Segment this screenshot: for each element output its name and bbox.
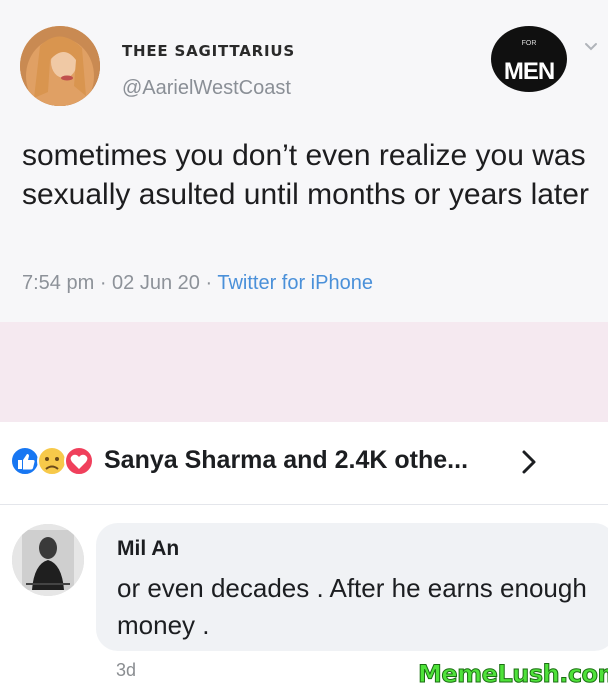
brand-logo: FOR MEN xyxy=(491,26,567,92)
love-icon xyxy=(64,446,94,476)
tweet-time: 7:54 pm xyxy=(22,272,95,294)
reactions-summary[interactable]: Sanya Sharma and 2.4K othe... xyxy=(104,446,468,475)
comment-text: or even decades . After he earns enough … xyxy=(117,573,587,640)
tweet-date: 02 Jun 20 xyxy=(112,272,200,294)
tweet-handle[interactable]: @AarielWestCoast xyxy=(122,77,291,100)
comment-timestamp: 3d xyxy=(116,660,137,680)
chevron-down-icon[interactable] xyxy=(584,40,598,54)
tweet-text: sometimes you don’t even realize you was… xyxy=(22,139,589,211)
tweet-card: THEE SAGITTARIUS @AarielWestCoast FOR ME… xyxy=(0,0,608,322)
meta-separator: · xyxy=(205,272,218,294)
like-icon xyxy=(10,446,40,476)
brand-logo-small-text: FOR xyxy=(521,40,537,47)
screenshot-frame: THEE SAGITTARIUS @AarielWestCoast FOR ME… xyxy=(0,0,608,694)
pink-band xyxy=(0,322,608,422)
tweet-meta: 7:54 pm · 02 Jun 20 · Twitter for iPhone xyxy=(22,272,373,295)
tweet-display-name[interactable]: THEE SAGITTARIUS xyxy=(122,42,295,60)
sad-icon xyxy=(37,446,67,476)
avatar-image xyxy=(12,524,84,596)
tweet-source-link[interactable]: Twitter for iPhone xyxy=(217,272,373,294)
watermark: MemeLush.com xyxy=(417,660,608,689)
commenter-avatar[interactable] xyxy=(12,524,84,596)
brand-logo-text: MEN xyxy=(503,58,555,85)
avatar-image xyxy=(20,26,100,106)
chevron-right-icon[interactable] xyxy=(518,448,540,476)
tweet-author-avatar[interactable] xyxy=(20,26,100,106)
reaction-icons[interactable] xyxy=(8,444,104,478)
comment-author[interactable]: Mil An xyxy=(117,537,179,561)
meta-separator: · xyxy=(99,272,113,294)
